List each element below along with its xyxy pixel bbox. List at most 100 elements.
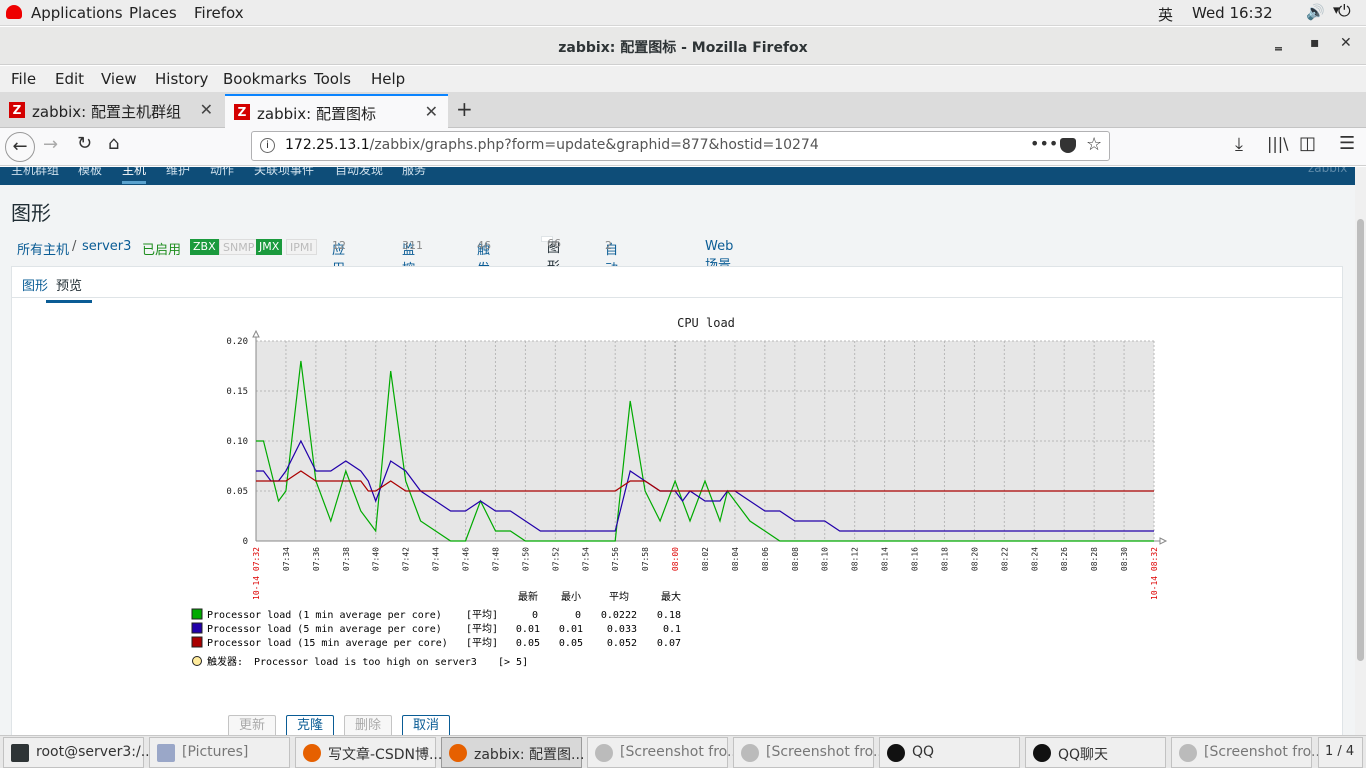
task-zabbix[interactable]: zabbix: 配置图...: [441, 737, 585, 768]
pocket-icon[interactable]: [1060, 138, 1076, 153]
new-tab-icon[interactable]: +: [456, 97, 473, 121]
cancel-button[interactable]: 取消: [402, 715, 450, 735]
clock[interactable]: Wed 16:32: [1192, 4, 1273, 22]
task-terminal[interactable]: root@server3:/...: [3, 737, 154, 768]
x-tick-label: 07:48: [491, 547, 500, 571]
task-label: [Screenshot fro...: [620, 744, 741, 760]
window-title: zabbix: 配置图标 - Mozilla Firefox: [558, 40, 808, 56]
legend-func-1min: [平均]: [466, 609, 498, 621]
places-menu[interactable]: Places: [129, 4, 177, 22]
x-tick-label: 08:20: [970, 547, 979, 571]
firefox-icon: [303, 744, 321, 762]
task-pictures[interactable]: [Pictures]: [149, 737, 290, 768]
power-icon[interactable]: ⏻: [1338, 1, 1351, 21]
task-screenshot-1[interactable]: [Screenshot fro...: [587, 737, 740, 768]
chart-legend: 最新 最小 平均 最大 Processor load (1 min averag…: [191, 590, 681, 668]
url-bar[interactable]: i 172.25.13.1/zabbix/graphs.php?form=upd…: [251, 131, 1110, 161]
image-viewer-icon: [1179, 744, 1197, 762]
hamburger-menu-icon[interactable]: ☰: [1339, 133, 1355, 154]
tab-graphs[interactable]: Z zabbix: 配置图标 ✕: [225, 94, 448, 129]
maximize-button[interactable]: ▪: [1310, 35, 1320, 51]
scrollbar-thumb[interactable]: [1357, 219, 1364, 661]
menu-help[interactable]: Help: [371, 70, 405, 88]
close-tab-icon[interactable]: ✕: [425, 102, 438, 121]
nav-templates[interactable]: 模板: [78, 167, 102, 178]
task-label: zabbix: 配置图...: [474, 747, 585, 763]
nav-correlation[interactable]: 关联项事件: [254, 167, 314, 178]
x-tick-label: 08:04: [731, 547, 740, 571]
breadcrumb-all-hosts[interactable]: 所有主机: [17, 239, 69, 258]
legend-header-avg: 平均: [609, 591, 629, 603]
site-info-icon[interactable]: i: [260, 138, 275, 153]
trigger-text: Processor load is too high on server3: [254, 657, 477, 668]
legend-swatch-1min: [191, 608, 203, 620]
nav-maintenance[interactable]: 维护: [166, 167, 190, 178]
page-actions-icon[interactable]: •••: [1030, 134, 1058, 153]
menu-view[interactable]: View: [101, 70, 137, 88]
breadcrumb-graphs[interactable]: 图形 66: [541, 236, 561, 275]
url-text[interactable]: 172.25.13.1/zabbix/graphs.php?form=updat…: [285, 137, 819, 153]
downloads-icon[interactable]: ⤓: [1235, 134, 1243, 155]
library-icon[interactable]: |||\: [1267, 134, 1289, 153]
forward-button[interactable]: →: [43, 134, 58, 155]
nav-discovery[interactable]: 自动发现: [335, 167, 383, 178]
reload-button[interactable]: ↻: [77, 133, 92, 154]
workspace-switcher[interactable]: 1 / 4: [1318, 737, 1363, 768]
page-scrollbar[interactable]: [1355, 167, 1366, 735]
legend-name-5min: Processor load (5 min average per core): [207, 624, 442, 635]
x-tick-label: 07:52: [551, 547, 560, 571]
close-window-button[interactable]: ✕: [1340, 35, 1352, 51]
back-button[interactable]: ←: [5, 132, 35, 162]
home-button[interactable]: ⌂: [108, 133, 119, 154]
legend-avg-5min: 0.033: [607, 624, 637, 635]
firefox-app-menu[interactable]: Firefox: [194, 4, 244, 22]
task-csdn[interactable]: 写文章-CSDN博...: [295, 737, 442, 768]
breadcrumb-host[interactable]: server3: [82, 239, 131, 254]
legend-avg-1min: 0.0222: [601, 610, 637, 621]
nav-services[interactable]: 服务: [402, 167, 426, 178]
legend-max-5min: 0.1: [663, 624, 681, 635]
input-method-indicator[interactable]: 英: [1158, 4, 1173, 25]
page-content: 主机群组 模板 主机 维护 动作 关联项事件 自动发现 服务 zabbix 图形…: [0, 167, 1355, 735]
task-screenshot-2[interactable]: [Screenshot fro...: [733, 737, 886, 768]
image-viewer-icon: [741, 744, 759, 762]
x-axis-arrow-icon: [1159, 537, 1168, 545]
tab-preview[interactable]: 预览: [46, 275, 93, 303]
chart-title: CPU load: [677, 316, 735, 330]
sidebar-icon[interactable]: ◫: [1299, 133, 1316, 154]
legend-func-15min: [平均]: [466, 637, 498, 649]
status-enabled[interactable]: 已启用: [142, 239, 181, 258]
clone-button[interactable]: 克隆: [286, 715, 334, 735]
tab-host-groups[interactable]: Z zabbix: 配置主机群组 ✕: [0, 94, 223, 128]
menu-tools[interactable]: Tools: [314, 70, 351, 88]
task-screenshot-3[interactable]: [Screenshot fro...: [1171, 737, 1324, 768]
applications-menu[interactable]: Applications: [31, 4, 123, 22]
task-qq-chat[interactable]: QQ聊天: [1025, 737, 1166, 768]
window-taskbar: root@server3:/... [Pictures] 写文章-CSDN博..…: [0, 735, 1366, 768]
x-tick-label: 08:12: [851, 547, 860, 571]
update-button[interactable]: 更新: [228, 715, 276, 735]
badge-ipmi: IPMI: [286, 239, 317, 255]
y-axis-arrow-icon: [252, 329, 260, 338]
minimize-button[interactable]: ‗: [1275, 35, 1282, 51]
delete-button[interactable]: 删除: [344, 715, 392, 735]
task-qq[interactable]: QQ: [879, 737, 1020, 768]
legend-header-last: 最新: [518, 590, 538, 603]
menu-bookmarks[interactable]: Bookmarks: [223, 70, 307, 88]
x-tick-label: 10-14 08:32: [1150, 547, 1159, 600]
url-host: 172.25.13.1: [285, 137, 370, 153]
legend-name-1min: Processor load (1 min average per core): [207, 610, 442, 621]
graph-form-panel: 图形 预览 CPU load 0 0.05 0.10 0.15 0.20 10-14 07…: [11, 266, 1343, 735]
volume-icon[interactable]: 🔊: [1306, 3, 1325, 21]
nav-hosts[interactable]: 主机: [122, 167, 147, 184]
close-tab-icon[interactable]: ✕: [200, 100, 213, 119]
nav-host-groups[interactable]: 主机群组: [11, 167, 59, 178]
menu-file[interactable]: File: [11, 70, 36, 88]
legend-header-min: 最小: [561, 591, 581, 603]
tab-graph-form[interactable]: 图形: [22, 275, 48, 294]
menu-edit[interactable]: Edit: [55, 70, 84, 88]
nav-actions[interactable]: 动作: [210, 167, 234, 178]
menu-history[interactable]: History: [155, 70, 208, 88]
x-tick-label: 08:00: [671, 547, 680, 571]
bookmark-star-icon[interactable]: ☆: [1086, 134, 1102, 155]
